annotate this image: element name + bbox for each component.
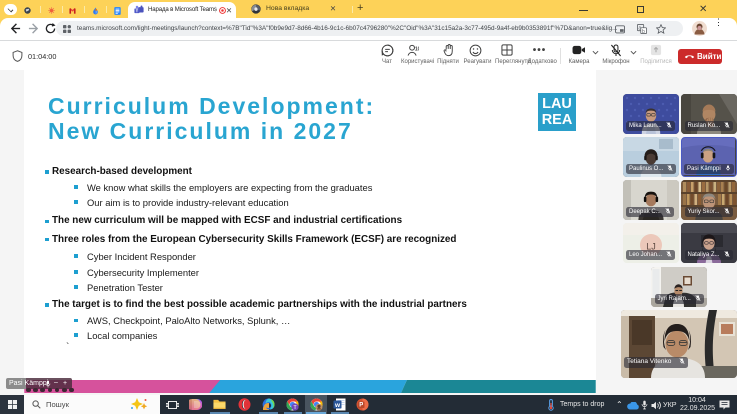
svg-text:P: P	[359, 403, 363, 409]
svg-text:10: 10	[415, 46, 419, 52]
svg-text:b: b	[642, 29, 645, 34]
svg-text:w: w	[334, 402, 341, 409]
